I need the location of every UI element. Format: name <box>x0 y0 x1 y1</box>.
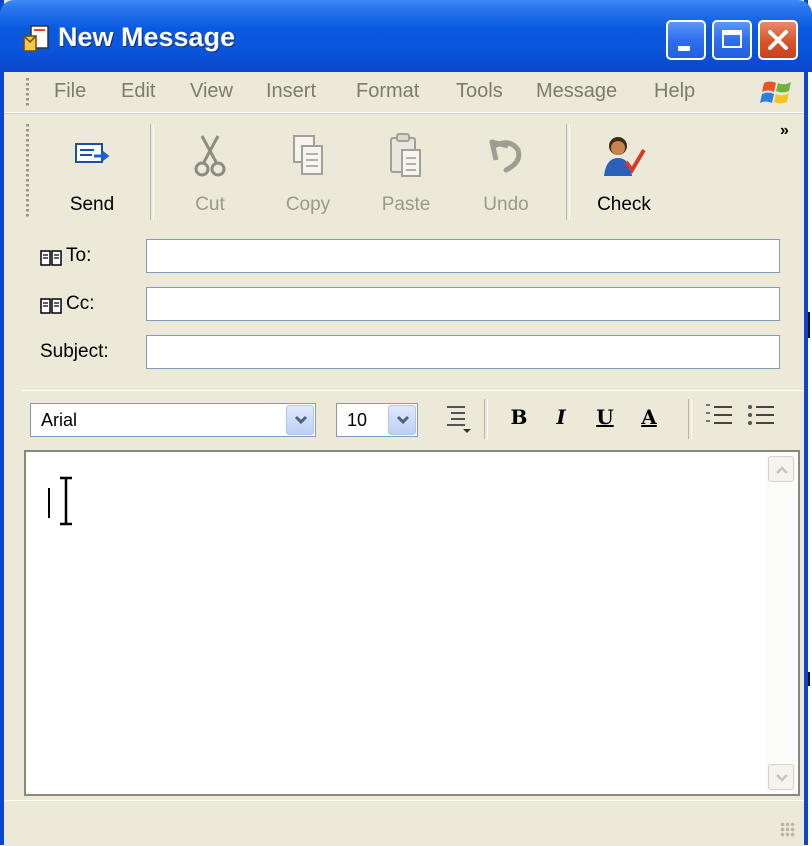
font-name-select[interactable]: Arial <box>30 403 316 437</box>
undo-icon <box>489 139 522 173</box>
subject-row: Subject: <box>4 333 804 373</box>
paragraph-style-button[interactable] <box>442 401 472 437</box>
menu-tools[interactable]: Tools <box>456 80 503 103</box>
underline-button[interactable]: U <box>592 405 618 441</box>
cut-label: Cut <box>195 194 225 215</box>
copy-button[interactable]: Copy <box>268 124 348 220</box>
numbered-list-button[interactable] <box>704 401 734 437</box>
check-names-icon <box>604 137 646 176</box>
cc-field[interactable] <box>146 287 780 321</box>
message-body[interactable] <box>24 450 800 796</box>
font-size-select[interactable]: 10 <box>336 403 418 437</box>
title-bar[interactable]: New Message <box>0 0 812 72</box>
toolbar-separator <box>150 124 154 220</box>
cc-row: Cc: <box>4 285 804 325</box>
vertical-scrollbar[interactable] <box>766 454 796 792</box>
text-caret <box>48 488 50 518</box>
menu-grip[interactable] <box>26 78 29 106</box>
status-bar <box>4 800 804 846</box>
subject-field[interactable] <box>146 335 780 369</box>
menu-file[interactable]: File <box>54 80 86 103</box>
menu-format[interactable]: Format <box>356 80 419 103</box>
paragraph-style-icon <box>447 406 471 433</box>
undo-label: Undo <box>483 194 529 215</box>
italic-button[interactable]: I <box>548 405 574 441</box>
cc-label[interactable]: Cc: <box>66 293 95 315</box>
to-field[interactable] <box>146 239 780 273</box>
address-book-icon[interactable] <box>40 297 62 315</box>
window-title: New Message <box>58 22 236 52</box>
bold-button[interactable]: B <box>506 405 532 441</box>
minimize-button[interactable] <box>666 20 706 60</box>
toolbar-separator <box>688 399 692 439</box>
new-message-window: New Message File Edit View Insert Format… <box>0 0 812 846</box>
to-row: To: <box>4 237 804 277</box>
menu-view[interactable]: View <box>190 80 233 103</box>
close-icon <box>768 30 788 50</box>
new-message-icon <box>23 25 49 52</box>
toolbar-overflow-button[interactable]: » <box>780 122 789 140</box>
font-name-value: Arial <box>41 410 78 430</box>
toolbar-grip[interactable] <box>26 124 29 218</box>
menu-message[interactable]: Message <box>536 80 617 103</box>
undo-button[interactable]: Undo <box>466 124 546 220</box>
bulleted-list-icon <box>748 405 774 425</box>
ibeam-cursor-icon <box>60 476 72 526</box>
copy-label: Copy <box>285 194 331 215</box>
menu-edit[interactable]: Edit <box>121 80 155 103</box>
send-button[interactable]: Send <box>52 124 132 220</box>
close-button[interactable] <box>758 20 798 60</box>
send-icon <box>75 143 110 163</box>
message-header: To: Cc: Subject: <box>4 227 804 387</box>
menu-bar: File Edit View Insert Format Tools Messa… <box>4 72 804 113</box>
check-names-button[interactable]: Check <box>584 124 664 220</box>
bulleted-list-button[interactable] <box>746 401 776 437</box>
chevron-down-icon <box>294 415 308 425</box>
standard-toolbar: Send Cut Copy Paste Undo Check » <box>4 113 804 228</box>
font-size-value: 10 <box>347 410 368 430</box>
menu-insert[interactable]: Insert <box>266 80 316 103</box>
resize-grip[interactable] <box>780 822 796 838</box>
toolbar-separator <box>566 124 570 220</box>
subject-label: Subject: <box>40 341 109 362</box>
check-label: Check <box>597 194 651 215</box>
formatting-toolbar: Arial 10 B I U A <box>22 390 804 451</box>
chevron-down-icon <box>396 415 410 425</box>
maximize-button[interactable] <box>712 20 752 60</box>
font-size-dropdown-button[interactable] <box>388 405 416 435</box>
address-book-icon[interactable] <box>40 249 62 267</box>
scroll-down-icon <box>776 774 788 782</box>
cut-icon <box>194 135 226 177</box>
cut-button[interactable]: Cut <box>170 124 250 220</box>
menu-help[interactable]: Help <box>654 80 695 103</box>
scroll-up-icon <box>776 466 788 474</box>
to-label[interactable]: To: <box>66 245 91 267</box>
send-label: Send <box>69 194 115 215</box>
font-color-button[interactable]: A <box>632 405 666 441</box>
scroll-up-button[interactable] <box>768 456 794 482</box>
paste-label: Paste <box>381 194 431 215</box>
paste-button[interactable]: Paste <box>366 124 446 220</box>
numbered-list-icon <box>706 404 732 424</box>
windows-logo-icon <box>760 81 791 104</box>
scroll-down-button[interactable] <box>768 764 794 790</box>
paste-icon <box>390 133 421 177</box>
copy-icon <box>293 135 323 175</box>
font-name-dropdown-button[interactable] <box>286 405 314 435</box>
toolbar-separator <box>484 399 488 439</box>
